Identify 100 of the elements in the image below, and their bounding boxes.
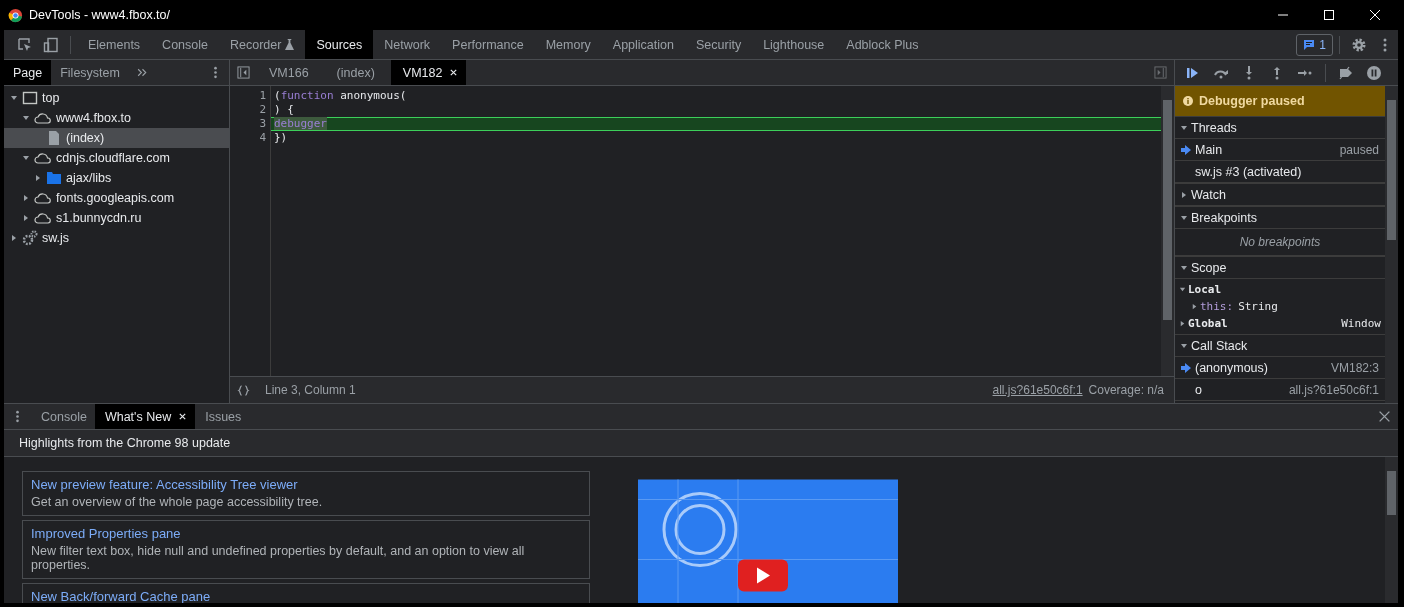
frame-location: VM182:3 xyxy=(1330,360,1379,375)
section-header[interactable]: Threads xyxy=(1175,116,1385,139)
code-line: (function anonymous( xyxy=(273,89,408,103)
scrollbar[interactable] xyxy=(1161,86,1174,376)
whats-new-heading: Highlights from the Chrome 98 update xyxy=(19,436,231,450)
banner-text: Debugger paused xyxy=(1199,94,1305,108)
disclosure-triangle-icon[interactable] xyxy=(1179,320,1186,327)
disclosure-triangle-icon[interactable] xyxy=(22,114,30,122)
scrollbar[interactable] xyxy=(1385,86,1398,403)
gear-icon xyxy=(22,230,38,246)
frame-name: (anonymous) xyxy=(1195,360,1269,375)
panel-tab[interactable]: Security xyxy=(685,30,753,59)
close-icon[interactable] xyxy=(178,412,188,421)
maximize-icon[interactable] xyxy=(1323,9,1335,21)
scope-name[interactable]: Global xyxy=(1188,317,1228,330)
tree-item[interactable]: www4.fbox.to xyxy=(4,108,229,128)
disclosure-triangle-icon[interactable] xyxy=(1179,286,1186,293)
feature-link[interactable]: New Back/forward Cache pane xyxy=(31,588,581,603)
issues-button[interactable]: 1 xyxy=(1296,33,1333,56)
tree-item[interactable]: s1.bunnycdn.ru xyxy=(4,208,229,228)
line-number: 4 xyxy=(258,131,267,145)
panel-tab[interactable]: Lighthouse xyxy=(752,30,836,59)
tree-item[interactable]: sw.js xyxy=(4,228,229,248)
tree-item[interactable]: top xyxy=(4,88,229,108)
code-line: }) xyxy=(273,131,289,145)
feature-card[interactable]: Improved Properties pane New filter text box, hide null and undefined properties by default, and an option to view all properties. xyxy=(22,520,590,579)
file-tab[interactable]: VM182 xyxy=(390,60,467,85)
panel-tab[interactable]: Network xyxy=(373,30,442,59)
disclosure-triangle-icon[interactable] xyxy=(22,194,30,202)
call-frame[interactable]: (anonymous) VM182:3 xyxy=(1175,357,1385,379)
disclosure-triangle-icon[interactable] xyxy=(10,234,18,242)
tree-item[interactable]: cdnjs.cloudflare.com xyxy=(4,148,229,168)
line-number: 1 xyxy=(258,89,267,103)
code-line: ) { xyxy=(273,103,295,117)
empty-message: No breakpoints xyxy=(1239,235,1321,249)
drawer-tab[interactable]: Console xyxy=(31,404,95,429)
disclosure-triangle-icon[interactable] xyxy=(1180,213,1188,222)
video-thumbnail-drawing[interactable] xyxy=(638,477,898,603)
section-header[interactable]: Scope xyxy=(1175,256,1385,279)
disclosure-triangle-icon[interactable] xyxy=(1180,263,1188,272)
panel-tab[interactable]: Adblock Plus xyxy=(835,30,930,59)
thread-name: sw.js #3 (activated) xyxy=(1195,164,1303,179)
section-title: Call Stack xyxy=(1191,338,1248,353)
feature-link[interactable]: New preview feature: Accessibility Tree viewer xyxy=(31,476,581,493)
cloud-icon xyxy=(34,210,52,226)
tree-item[interactable]: ajax/libs xyxy=(4,168,229,188)
tree-item[interactable]: fonts.googleapis.com xyxy=(4,188,229,208)
thread-status: paused xyxy=(1339,142,1379,157)
navigator-tab[interactable]: Filesystem xyxy=(51,60,129,85)
navigator-tab[interactable]: Page xyxy=(4,60,52,85)
issues-count: 1 xyxy=(1319,37,1326,52)
disclosure-triangle-icon[interactable] xyxy=(34,174,42,182)
panel-tab[interactable]: Performance xyxy=(441,30,535,59)
scope-value: Window xyxy=(1341,317,1381,330)
settings-icon[interactable] xyxy=(1351,36,1367,53)
pause-on-exceptions-icon[interactable] xyxy=(1366,64,1382,81)
message-icon xyxy=(1303,38,1316,51)
section-header[interactable]: Call Stack xyxy=(1175,334,1385,357)
drawer-tab[interactable]: What's New xyxy=(94,404,196,429)
call-frame[interactable]: o all.js?61e50c6f:1 xyxy=(1175,379,1385,401)
source-link[interactable]: all.js?61e50c6f:1 xyxy=(992,383,1083,397)
scope-name[interactable]: Local xyxy=(1188,283,1222,296)
folder-icon xyxy=(46,170,62,186)
info-icon xyxy=(1183,96,1193,106)
feature-card[interactable]: New Back/forward Cache pane xyxy=(22,583,590,603)
panel-tab[interactable]: Recorder xyxy=(219,30,306,59)
disclosure-triangle-icon[interactable] xyxy=(1191,303,1198,310)
scope-name[interactable]: this: xyxy=(1200,300,1234,313)
device-toolbar-icon[interactable] xyxy=(43,36,59,53)
disclosure-triangle-icon[interactable] xyxy=(10,94,18,102)
disclosure-triangle-icon[interactable] xyxy=(1180,123,1188,132)
section-header[interactable]: Breakpoints xyxy=(1175,206,1385,229)
feature-description: Get an overview of the whole page accessibility tree. xyxy=(31,495,324,509)
panel-tab[interactable]: Console xyxy=(151,30,219,59)
tree-item[interactable]: (index) xyxy=(4,128,229,148)
file-tab[interactable]: (index) xyxy=(324,60,383,85)
window-title: DevTools - www4.fbox.to/ xyxy=(29,8,171,22)
disclosure-triangle-icon[interactable] xyxy=(1180,190,1188,199)
feature-link[interactable]: Improved Properties pane xyxy=(31,525,581,542)
pretty-print-icon[interactable] xyxy=(237,383,250,397)
panel-tab[interactable]: Sources xyxy=(305,30,374,59)
section-title: Watch xyxy=(1191,187,1226,202)
section-header[interactable]: Watch xyxy=(1175,183,1385,206)
toggle-navigator-icon[interactable] xyxy=(237,66,250,79)
file-tab[interactable]: VM166 xyxy=(257,60,317,85)
thread-item[interactable]: Main paused xyxy=(1175,139,1385,161)
disclosure-triangle-icon[interactable] xyxy=(22,154,30,162)
inspect-element-icon[interactable] xyxy=(17,36,33,53)
chevron-double-icon[interactable] xyxy=(135,66,149,79)
panel-tab[interactable]: Application xyxy=(601,30,685,59)
panel-tab[interactable]: Memory xyxy=(534,30,602,59)
panel-tab[interactable]: Elements xyxy=(77,30,152,59)
disclosure-triangle-icon[interactable] xyxy=(1180,341,1188,350)
drawer-tab[interactable]: Issues xyxy=(195,404,250,429)
disclosure-triangle-icon[interactable] xyxy=(22,214,30,222)
toggle-debugger-icon[interactable] xyxy=(1154,66,1167,79)
scrollbar[interactable] xyxy=(1385,457,1398,603)
deactivate-breakpoints-icon[interactable] xyxy=(1338,64,1354,81)
file-icon xyxy=(46,130,62,146)
feature-card[interactable]: New preview feature: Accessibility Tree viewer Get an overview of the whole page accessibility tree. xyxy=(22,471,590,516)
